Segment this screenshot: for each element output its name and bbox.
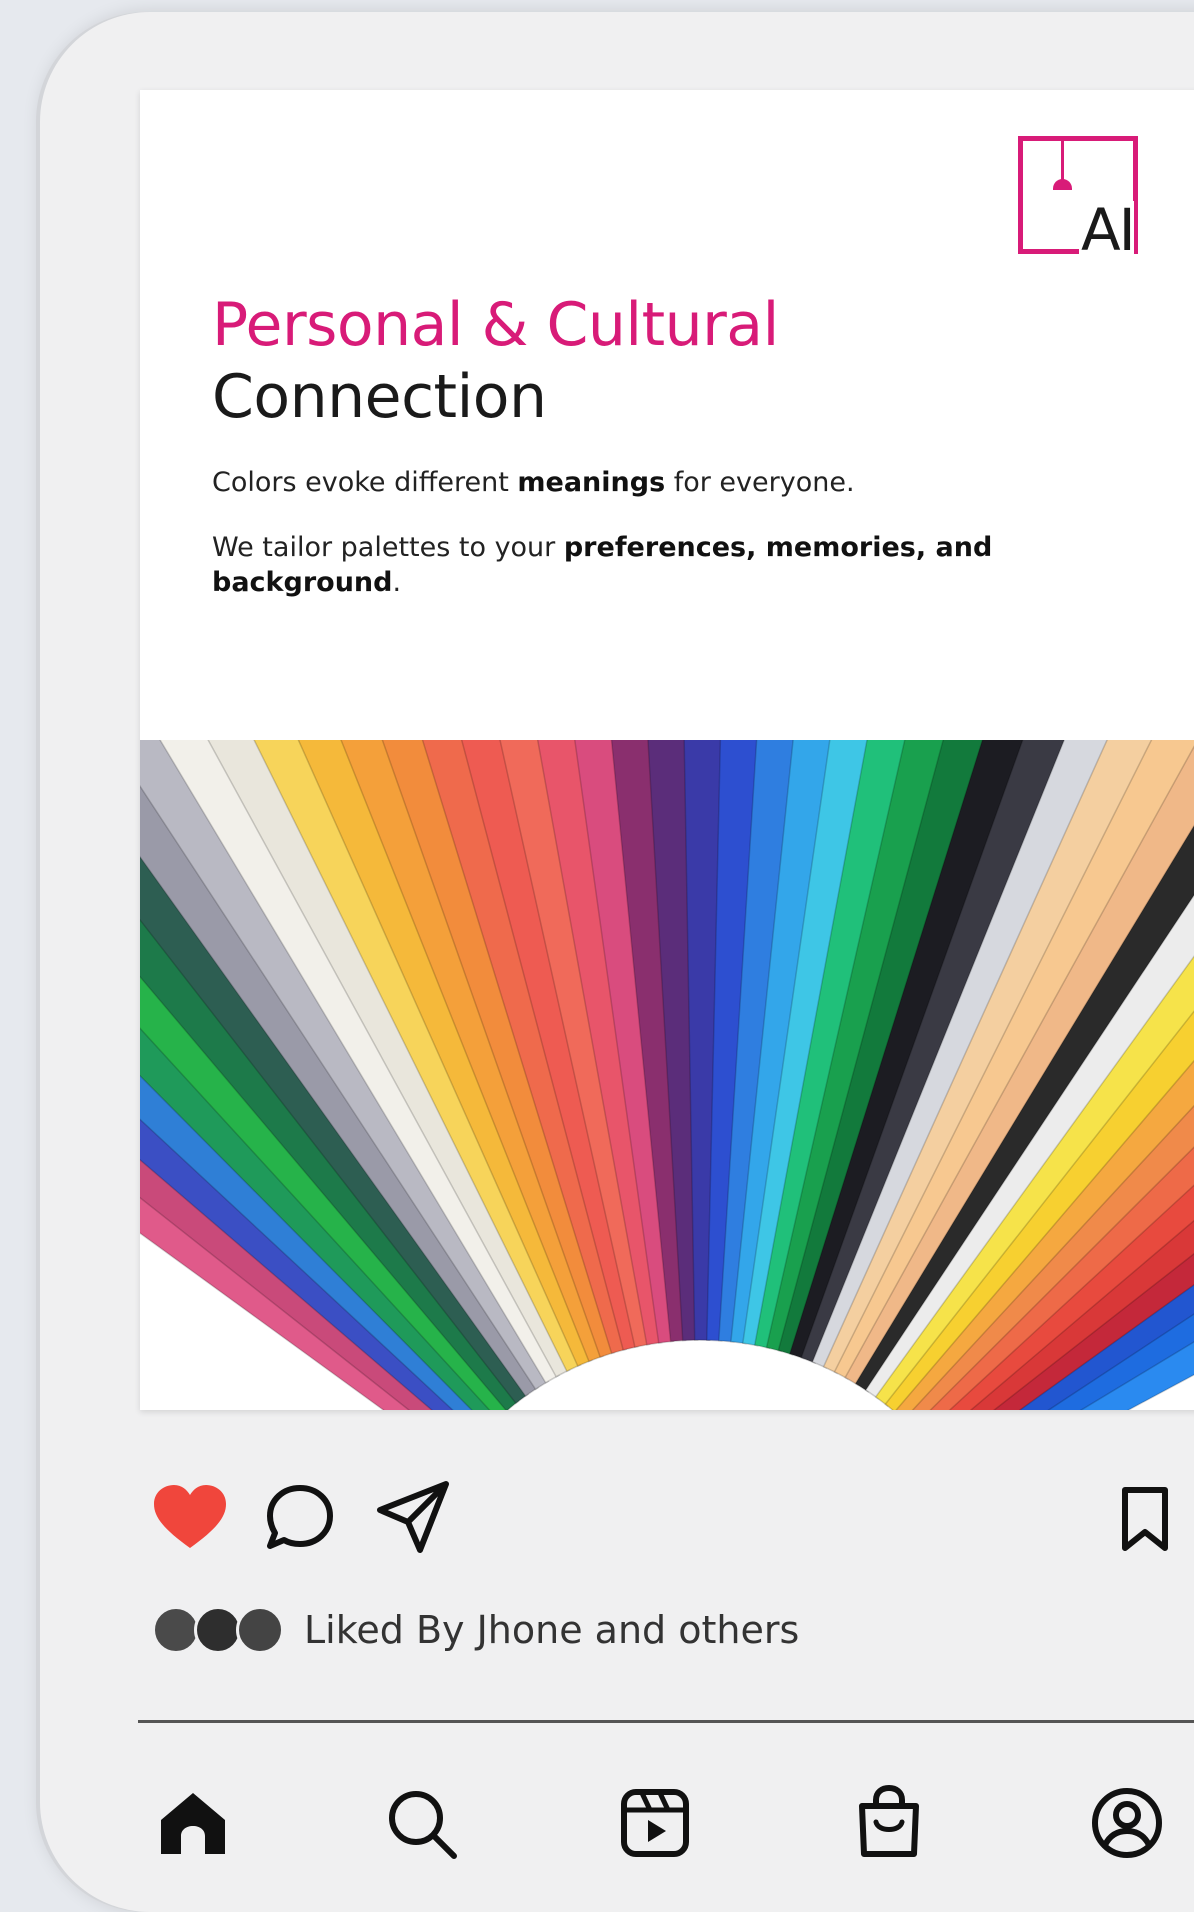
post-title-line2: Connection (212, 362, 547, 432)
color-swatch-fan-image (140, 740, 1194, 1410)
post-actions (152, 1472, 1172, 1562)
bookmark-icon[interactable] (1120, 1486, 1170, 1552)
liker-avatars (152, 1606, 292, 1654)
ai-logo: AI (1018, 136, 1138, 259)
comment-icon[interactable] (264, 1482, 336, 1554)
reels-icon[interactable] (620, 1788, 690, 1858)
post-card: AI Personal & Cultural Connection Colors… (140, 90, 1194, 1410)
home-icon[interactable] (158, 1790, 228, 1856)
logo-text: AI (1079, 196, 1136, 264)
search-icon[interactable] (386, 1788, 458, 1860)
divider (138, 1720, 1194, 1723)
post-paragraph-2: We tailor palettes to your preferences, … (212, 532, 993, 598)
bottom-nav (140, 1772, 1194, 1872)
post-title-line1: Personal & Cultural (212, 290, 779, 360)
shop-icon[interactable] (854, 1784, 924, 1860)
profile-icon[interactable] (1090, 1786, 1164, 1860)
heart-icon[interactable] (152, 1484, 228, 1550)
logo-lamp-cord (1061, 141, 1064, 181)
phone-frame: AI Personal & Cultural Connection Colors… (40, 12, 1194, 1912)
post-paragraph-1: Colors evoke different meanings for ever… (212, 467, 855, 498)
send-icon[interactable] (376, 1480, 452, 1556)
avatar (236, 1606, 284, 1654)
avatar (152, 1606, 200, 1654)
liked-by-text[interactable]: Liked By Jhone and others (304, 1608, 799, 1652)
avatar (194, 1606, 242, 1654)
lamp-icon (1053, 179, 1072, 190)
